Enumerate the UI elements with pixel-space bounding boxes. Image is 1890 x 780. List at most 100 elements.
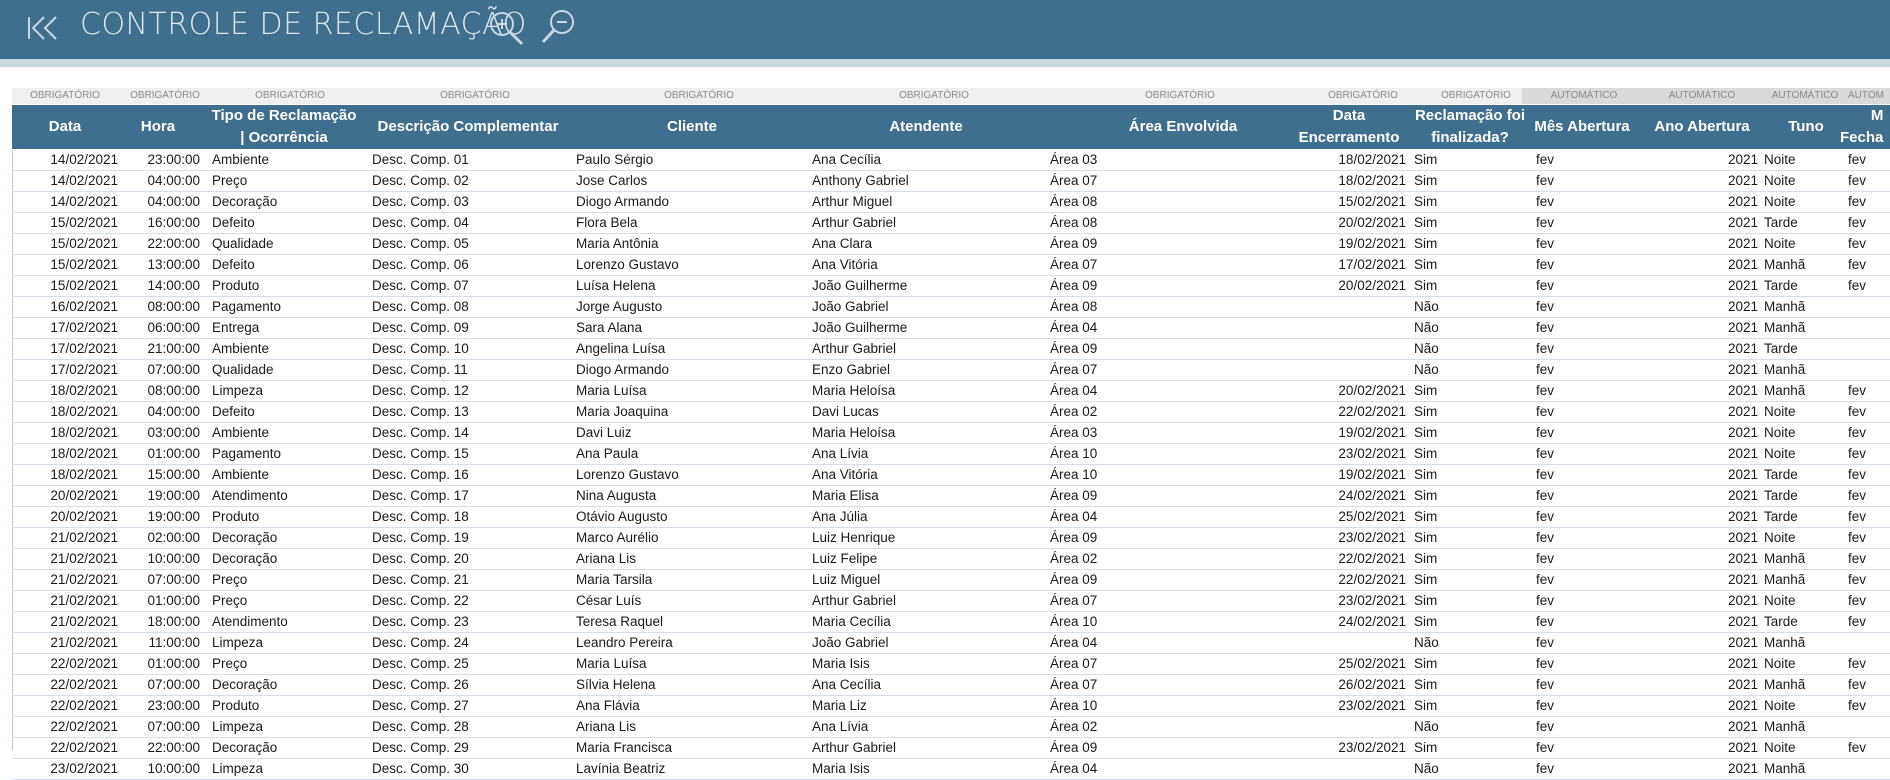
cell-data-encerramento[interactable]: 22/02/2021 — [1300, 570, 1416, 590]
cell-mes-abertura[interactable]: fev — [1522, 675, 1642, 695]
cell-turno[interactable]: Manhã — [1762, 675, 1846, 695]
cell-data-encerramento[interactable] — [1300, 759, 1416, 779]
cell-data[interactable]: 21/02/2021 — [12, 612, 130, 632]
cell-area[interactable]: Área 07 — [1044, 591, 1306, 611]
cell-tipo[interactable]: Decoração — [204, 549, 364, 569]
cell-data[interactable]: 17/02/2021 — [12, 360, 130, 380]
cell-mes-fechamento[interactable]: fev — [1846, 507, 1890, 527]
cell-area[interactable]: Área 08 — [1044, 297, 1306, 317]
table-row[interactable]: 21/02/2021 18:00:00 Atendimento Desc. Comp.… — [12, 612, 1890, 633]
table-row[interactable]: 18/02/2021 04:00:00 Defeito Desc. Comp. 13 M… — [12, 402, 1890, 423]
cell-cliente[interactable]: Ariana Lis — [574, 717, 808, 737]
cell-tipo[interactable]: Limpeza — [204, 717, 364, 737]
cell-ano-abertura[interactable]: 2021 — [1642, 150, 1766, 170]
cell-data-encerramento[interactable]: 23/02/2021 — [1300, 528, 1416, 548]
table-row[interactable]: 23/02/2021 10:00:00 Limpeza Desc. Comp. 30 L… — [12, 759, 1890, 780]
cell-ano-abertura[interactable]: 2021 — [1642, 444, 1766, 464]
cell-turno[interactable]: Noite — [1762, 171, 1846, 191]
table-row[interactable]: 16/02/2021 08:00:00 Pagamento Desc. Comp. 0… — [12, 297, 1890, 318]
cell-hora[interactable]: 21:00:00 — [118, 339, 210, 359]
cell-data[interactable]: 18/02/2021 — [12, 402, 130, 422]
cell-mes-fechamento[interactable]: fev — [1846, 654, 1890, 674]
cell-hora[interactable]: 01:00:00 — [118, 591, 210, 611]
cell-mes-abertura[interactable]: fev — [1522, 192, 1642, 212]
column-header-data[interactable]: Data — [12, 105, 118, 149]
table-row[interactable]: 21/02/2021 07:00:00 Preço Desc. Comp. 21 Mar… — [12, 570, 1890, 591]
cell-finalizada[interactable]: Sim — [1410, 465, 1528, 485]
column-header-area[interactable]: Área Envolvida — [1052, 105, 1314, 149]
table-row[interactable]: 15/02/2021 22:00:00 Qualidade Desc. Comp. 0… — [12, 234, 1890, 255]
cell-cliente[interactable]: Teresa Raquel — [574, 612, 808, 632]
cell-cliente[interactable]: Jose Carlos — [574, 171, 808, 191]
cell-turno[interactable]: Tarde — [1762, 507, 1846, 527]
cell-cliente[interactable]: Lorenzo Gustavo — [574, 465, 808, 485]
cell-turno[interactable]: Noite — [1762, 192, 1846, 212]
cell-hora[interactable]: 08:00:00 — [118, 297, 210, 317]
cell-mes-fechamento[interactable] — [1846, 318, 1890, 338]
cell-data-encerramento[interactable]: 23/02/2021 — [1300, 444, 1416, 464]
cell-descricao[interactable]: Desc. Comp. 26 — [360, 675, 560, 695]
cell-cliente[interactable]: Nina Augusta — [574, 486, 808, 506]
column-header-hora[interactable]: Hora — [112, 105, 204, 149]
cell-finalizada[interactable]: Sim — [1410, 444, 1528, 464]
cell-mes-abertura[interactable]: fev — [1522, 255, 1642, 275]
cell-tipo[interactable]: Preço — [204, 654, 364, 674]
cell-descricao[interactable]: Desc. Comp. 24 — [360, 633, 560, 653]
cell-cliente[interactable]: Ana Flávia — [574, 696, 808, 716]
cell-data[interactable]: 22/02/2021 — [12, 675, 130, 695]
cell-data-encerramento[interactable]: 19/02/2021 — [1300, 234, 1416, 254]
table-row[interactable]: 22/02/2021 01:00:00 Preço Desc. Comp. 25 Mar… — [12, 654, 1890, 675]
cell-data-encerramento[interactable]: 18/02/2021 — [1300, 150, 1416, 170]
cell-tipo[interactable]: Ambiente — [204, 339, 364, 359]
cell-mes-abertura[interactable]: fev — [1522, 381, 1642, 401]
cell-finalizada[interactable]: Sim — [1410, 486, 1528, 506]
cell-finalizada[interactable]: Sim — [1410, 570, 1528, 590]
cell-data[interactable]: 17/02/2021 — [12, 339, 130, 359]
cell-area[interactable]: Área 04 — [1044, 633, 1306, 653]
cell-cliente[interactable]: Maria Luísa — [574, 654, 808, 674]
cell-turno[interactable]: Tarde — [1762, 465, 1846, 485]
cell-turno[interactable]: Noite — [1762, 696, 1846, 716]
cell-finalizada[interactable]: Sim — [1410, 507, 1528, 527]
cell-area[interactable]: Área 04 — [1044, 318, 1306, 338]
cell-finalizada[interactable]: Sim — [1410, 654, 1528, 674]
cell-mes-abertura[interactable]: fev — [1522, 528, 1642, 548]
cell-area[interactable]: Área 10 — [1044, 696, 1306, 716]
cell-ano-abertura[interactable]: 2021 — [1642, 507, 1766, 527]
cell-mes-abertura[interactable]: fev — [1522, 612, 1642, 632]
cell-descricao[interactable]: Desc. Comp. 08 — [360, 297, 560, 317]
cell-mes-fechamento[interactable]: fev — [1846, 738, 1890, 758]
cell-mes-fechamento[interactable]: fev — [1846, 696, 1890, 716]
cell-data-encerramento[interactable] — [1300, 297, 1416, 317]
cell-atendente[interactable]: Arthur Gabriel — [808, 591, 1046, 611]
cell-area[interactable]: Área 07 — [1044, 255, 1306, 275]
cell-ano-abertura[interactable]: 2021 — [1642, 339, 1766, 359]
cell-finalizada[interactable]: Sim — [1410, 234, 1528, 254]
cell-ano-abertura[interactable]: 2021 — [1642, 381, 1766, 401]
cell-atendente[interactable]: João Guilherme — [808, 276, 1046, 296]
cell-mes-fechamento[interactable]: fev — [1846, 444, 1890, 464]
cell-descricao[interactable]: Desc. Comp. 10 — [360, 339, 560, 359]
cell-mes-fechamento[interactable] — [1846, 297, 1890, 317]
cell-mes-fechamento[interactable]: fev — [1846, 255, 1890, 275]
table-row[interactable]: 15/02/2021 16:00:00 Defeito Desc. Comp. 04 F… — [12, 213, 1890, 234]
cell-data-encerramento[interactable]: 20/02/2021 — [1300, 276, 1416, 296]
cell-ano-abertura[interactable]: 2021 — [1642, 276, 1766, 296]
column-header-cliente[interactable]: Cliente — [570, 105, 814, 149]
cell-mes-fechamento[interactable]: fev — [1846, 381, 1890, 401]
cell-area[interactable]: Área 02 — [1044, 717, 1306, 737]
table-row[interactable]: 20/02/2021 19:00:00 Atendimento Desc. Comp.… — [12, 486, 1890, 507]
cell-mes-abertura[interactable]: fev — [1522, 486, 1642, 506]
cell-descricao[interactable]: Desc. Comp. 15 — [360, 444, 560, 464]
cell-ano-abertura[interactable]: 2021 — [1642, 717, 1766, 737]
cell-data[interactable]: 23/02/2021 — [12, 759, 130, 779]
cell-mes-abertura[interactable]: fev — [1522, 633, 1642, 653]
cell-data-encerramento[interactable]: 25/02/2021 — [1300, 507, 1416, 527]
table-row[interactable]: 18/02/2021 15:00:00 Ambiente Desc. Comp. 16… — [12, 465, 1890, 486]
cell-ano-abertura[interactable]: 2021 — [1642, 465, 1766, 485]
cell-ano-abertura[interactable]: 2021 — [1642, 759, 1766, 779]
cell-hora[interactable]: 16:00:00 — [118, 213, 210, 233]
cell-ano-abertura[interactable]: 2021 — [1642, 528, 1766, 548]
table-row[interactable]: 14/02/2021 04:00:00 Decoração Desc. Comp. 0… — [12, 192, 1890, 213]
cell-descricao[interactable]: Desc. Comp. 13 — [360, 402, 560, 422]
